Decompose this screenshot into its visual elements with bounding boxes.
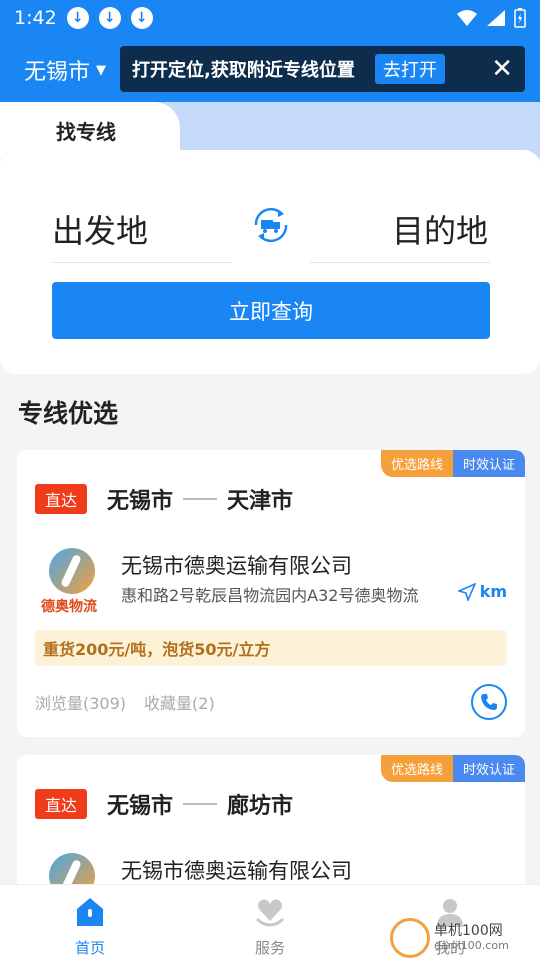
origin-underline (52, 262, 232, 263)
route-to: 廊坊市 (227, 794, 294, 819)
direct-badge: 直达 (35, 484, 88, 514)
company-address: 惠和路2号乾辰昌物流园内A32号德奥物流 (121, 586, 419, 605)
route-from: 无锡市 (107, 489, 174, 514)
city-selector[interactable]: 无锡市 ▼ (24, 54, 106, 86)
home-icon (77, 898, 103, 926)
download-icon: ↓ (130, 7, 153, 29)
distance: km (457, 582, 507, 601)
logo-mark (49, 548, 95, 594)
heart-hand-icon (255, 899, 285, 927)
swap-truck-icon[interactable] (248, 202, 294, 248)
company-name: 无锡市德奥运输有限公司 (121, 554, 352, 578)
route: 无锡市 天津市 (107, 483, 293, 515)
signal-icon (487, 10, 505, 26)
distance-value: km (479, 582, 507, 601)
close-icon[interactable]: ✕ (491, 56, 513, 82)
status-time: 1:42 (14, 7, 57, 29)
route-to: 天津市 (227, 489, 294, 514)
route-arrow (183, 803, 218, 805)
route: 无锡市 廊坊市 (107, 788, 293, 820)
tag-timeliness-certified: 时效认证 (452, 755, 525, 782)
favorite-count: 收藏量(2) (144, 694, 215, 713)
watermark-site: 单机100网 (434, 922, 503, 939)
caret-down-icon: ▼ (96, 62, 107, 78)
status-bar: 1:42 ↓ ↓ ↓ (0, 0, 540, 36)
open-location-button[interactable]: 去打开 (374, 54, 445, 84)
stats: 浏览量(309) 收藏量(2) (35, 690, 215, 714)
destination-field[interactable]: 目的地 (392, 206, 488, 252)
watermark-logo (390, 918, 430, 958)
section-title: 专线优选 (18, 399, 119, 428)
tag-timeliness-certified: 时效认证 (452, 450, 525, 477)
header: 无锡市 ▼ 打开定位,获取附近专线位置 去打开 ✕ (0, 36, 540, 102)
location-banner: 打开定位,获取附近专线位置 去打开 ✕ (120, 46, 525, 92)
search-card: 出发地 目的地 立即查询 (0, 150, 540, 374)
nav-home-label: 首页 (74, 939, 105, 957)
navigation-arrow-icon (457, 582, 476, 601)
price-info: 重货200元/吨，泡货50元/立方 (35, 630, 507, 666)
tag-group: 优选路线 时效认证 (380, 755, 525, 782)
nav-home[interactable]: 首页 (45, 895, 135, 958)
nav-service-label: 服务 (254, 939, 285, 957)
tag-preferred-route: 优选路线 (380, 450, 453, 477)
download-icon: ↓ (98, 7, 121, 29)
route-arrow (183, 498, 218, 500)
wifi-icon (457, 10, 477, 26)
watermark: 单机100网 danji100.com (390, 918, 509, 958)
origin-field[interactable]: 出发地 (52, 206, 148, 252)
destination-underline (310, 262, 490, 263)
tag-preferred-route: 优选路线 (380, 755, 453, 782)
line-card[interactable]: 优选路线 时效认证 直达 无锡市 天津市 德奥物流 无锡市德奥运输有限公司 惠和… (17, 450, 525, 737)
location-prompt: 打开定位,获取附近专线位置 (132, 60, 355, 81)
nav-service[interactable]: 服务 (225, 895, 315, 958)
watermark-url: danji100.com (434, 939, 509, 953)
query-button[interactable]: 立即查询 (52, 282, 490, 339)
phone-icon (481, 694, 497, 710)
tag-group: 优选路线 时效认证 (380, 450, 525, 477)
view-count: 浏览量(309) (35, 694, 127, 713)
company-logo: 德奥物流 (41, 548, 105, 615)
logo-text: 德奥物流 (41, 599, 97, 615)
company-name: 无锡市德奥运输有限公司 (121, 859, 352, 883)
battery-icon (514, 8, 526, 28)
direct-badge: 直达 (35, 789, 88, 819)
download-icon: ↓ (66, 7, 89, 29)
phone-button[interactable] (471, 684, 507, 720)
route-from: 无锡市 (107, 794, 174, 819)
city-label: 无锡市 (24, 60, 91, 85)
